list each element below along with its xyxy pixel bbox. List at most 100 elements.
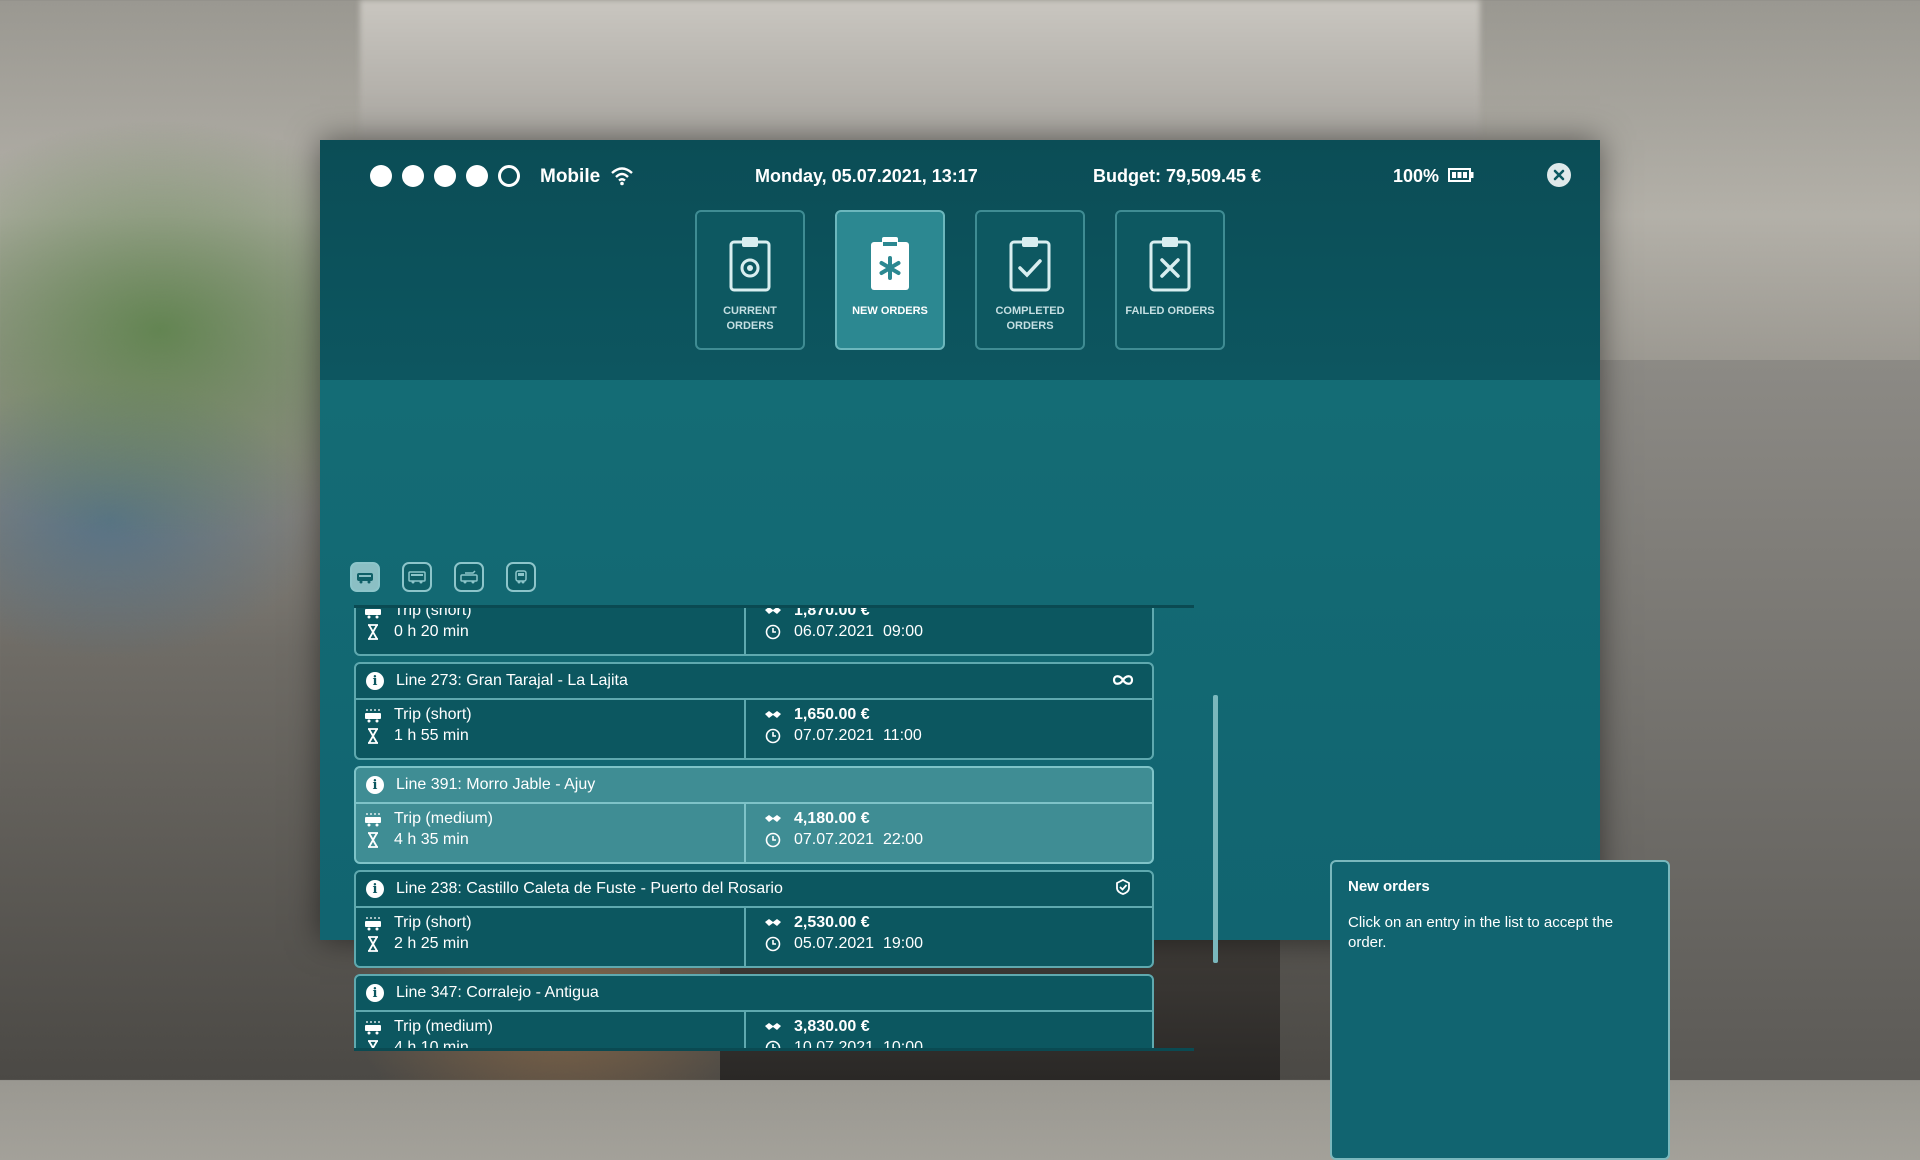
- handshake-icon: [765, 608, 781, 614]
- bus-trip-icon: [365, 813, 381, 827]
- trip-duration: 4 h 10 min: [394, 1039, 469, 1051]
- tab-label: CURRENT ORDERS: [723, 305, 777, 332]
- deadline-row: 06.07.2021 09:00: [764, 623, 923, 641]
- bus-trip-icon: [365, 917, 381, 931]
- coach-icon: [408, 571, 426, 584]
- phone-app-window: Mobile Monday, 05.07.2021, 13:17 Budget:…: [320, 140, 1670, 1160]
- order-deadline: 06.07.2021 09:00: [794, 623, 924, 640]
- trip-duration: 0 h 20 min: [394, 623, 469, 640]
- info-icon[interactable]: i: [366, 984, 384, 1002]
- trip-type: Trip (short): [394, 706, 472, 723]
- tab-new-orders[interactable]: NEW ORDERS: [835, 210, 945, 350]
- handshake-icon: [765, 815, 781, 822]
- clock-icon: [765, 1040, 781, 1048]
- carrier-name: Mobile: [540, 166, 601, 187]
- deadline-row: 07.07.2021 11:00: [764, 727, 922, 745]
- order-card[interactable]: i Line 238: Castillo Caleta de Fuste - P…: [354, 870, 1154, 968]
- date-time: Monday, 05.07.2021, 13:17: [755, 166, 978, 186]
- order-line-title: Line 273: Gran Tarajal - La Lajita: [396, 672, 628, 689]
- order-card[interactable]: i Line 204: Puerto del Rosario - Gran Ta…: [354, 605, 1154, 656]
- order-card[interactable]: i Line 391: Morro Jable - Ajuy Trip (med…: [354, 766, 1154, 864]
- close-button[interactable]: [1547, 163, 1571, 187]
- order-deadline: 07.07.2021 22:00: [794, 831, 924, 848]
- trip-type-row: Trip (short): [364, 605, 472, 620]
- order-list-scrollbar[interactable]: [1213, 695, 1218, 963]
- order-deadline: 07.07.2021 11:00: [794, 727, 922, 744]
- order-price: 2,530.00 €: [794, 914, 870, 931]
- order-list-items: i Line 204: Puerto del Rosario - Gran Ta…: [354, 605, 1154, 1051]
- order-card-header: i Line 347: Corralejo - Antigua: [356, 976, 1152, 1012]
- signal-dot: [434, 165, 456, 187]
- trip-duration: 1 h 55 min: [394, 727, 469, 744]
- order-card-body: Trip (short) 1 h 55 min 1,650.00 € 07.07…: [356, 700, 1152, 760]
- order-price: 1,870.00 €: [794, 605, 870, 619]
- signal-dot: [402, 165, 424, 187]
- order-price: 1,650.00 €: [794, 706, 870, 723]
- info-icon[interactable]: i: [366, 672, 384, 690]
- trip-type-row: Trip (short): [364, 706, 472, 724]
- duration-row: 1 h 55 min: [364, 727, 469, 745]
- filter-school-bus-button[interactable]: [506, 562, 536, 592]
- tab-label: NEW ORDERS: [852, 305, 928, 317]
- order-card-header: i Line 273: Gran Tarajal - La Lajita: [356, 664, 1152, 700]
- filter-airport-bus-button[interactable]: [454, 562, 484, 592]
- info-panel-title: New orders: [1348, 878, 1430, 895]
- duration-row: 2 h 25 min: [364, 935, 469, 953]
- order-line-title: Line 347: Corralejo - Antigua: [396, 984, 599, 1001]
- deadline-row: 05.07.2021 19:00: [764, 935, 923, 953]
- filter-coach-button[interactable]: [402, 562, 432, 592]
- tab-current-orders[interactable]: CURRENT ORDERS: [695, 210, 805, 350]
- trip-type-row: Trip (medium): [364, 1018, 493, 1036]
- trip-type: Trip (short): [394, 605, 472, 619]
- info-panel-text: Click on an entry in the list to accept …: [1348, 914, 1614, 951]
- clipboard-asterisk-icon: [871, 237, 909, 290]
- clock-icon: [765, 832, 781, 848]
- bus-trip-icon: [365, 709, 381, 723]
- order-deadline: 05.07.2021 19:00: [794, 935, 924, 952]
- signal-dot: [370, 165, 392, 187]
- price-row: 1,650.00 €: [764, 706, 870, 724]
- battery-icon: [1448, 168, 1474, 182]
- info-icon[interactable]: i: [366, 776, 384, 794]
- trip-type-row: Trip (medium): [364, 810, 493, 828]
- close-icon: [1553, 169, 1565, 181]
- column-divider: [744, 608, 746, 656]
- clipboard-check-icon: [1009, 237, 1051, 292]
- top-bar: Mobile Monday, 05.07.2021, 13:17 Budget:…: [320, 140, 1600, 380]
- background-wall: [360, 0, 1480, 140]
- school-bus-icon: [515, 570, 527, 584]
- order-card-body: Trip (medium) 4 h 35 min 4,180.00 € 07.0…: [356, 804, 1152, 864]
- hourglass-icon: [368, 1040, 378, 1048]
- column-divider: [744, 700, 746, 760]
- handshake-icon: [765, 1023, 781, 1030]
- info-panel: New orders Click on an entry in the list…: [1330, 860, 1670, 1160]
- deadline-row: 10.07.2021 10:00: [764, 1039, 923, 1048]
- order-card[interactable]: i Line 347: Corralejo - Antigua Trip (me…: [354, 974, 1154, 1051]
- bus-icon: [357, 573, 373, 584]
- order-tabs: CURRENT ORDERS NEW ORDERS COMPLETED ORDE…: [695, 210, 1225, 350]
- filter-bus-button[interactable]: [350, 562, 380, 592]
- order-line-title: Line 238: Castillo Caleta de Fuste - Pue…: [396, 880, 783, 897]
- signal-strength-indicator: [370, 165, 520, 187]
- award-icon: [1116, 879, 1130, 895]
- order-card[interactable]: i Line 273: Gran Tarajal - La Lajita Tri…: [354, 662, 1154, 760]
- trip-type: Trip (medium): [394, 1018, 493, 1035]
- order-line-title: Line 391: Morro Jable - Ajuy: [396, 776, 596, 793]
- tab-completed-orders[interactable]: COMPLETED ORDERS: [975, 210, 1085, 350]
- signal-dot: [498, 165, 520, 187]
- order-price: 3,830.00 €: [794, 1018, 870, 1035]
- info-icon[interactable]: i: [366, 880, 384, 898]
- price-row: 1,870.00 €: [764, 605, 870, 620]
- signal-dot: [466, 165, 488, 187]
- trip-duration: 2 h 25 min: [394, 935, 469, 952]
- clock-icon: [765, 936, 781, 952]
- tab-failed-orders[interactable]: FAILED ORDERS: [1115, 210, 1225, 350]
- order-list[interactable]: i Line 204: Puerto del Rosario - Gran Ta…: [354, 605, 1194, 1051]
- duration-row: 4 h 35 min: [364, 831, 469, 849]
- deadline-row: 07.07.2021 22:00: [764, 831, 923, 849]
- clipboard-x-icon: [1149, 237, 1191, 292]
- duration-row: 4 h 10 min: [364, 1039, 469, 1051]
- column-divider: [744, 908, 746, 968]
- column-divider: [744, 1012, 746, 1048]
- bus-trip-icon: [365, 609, 381, 619]
